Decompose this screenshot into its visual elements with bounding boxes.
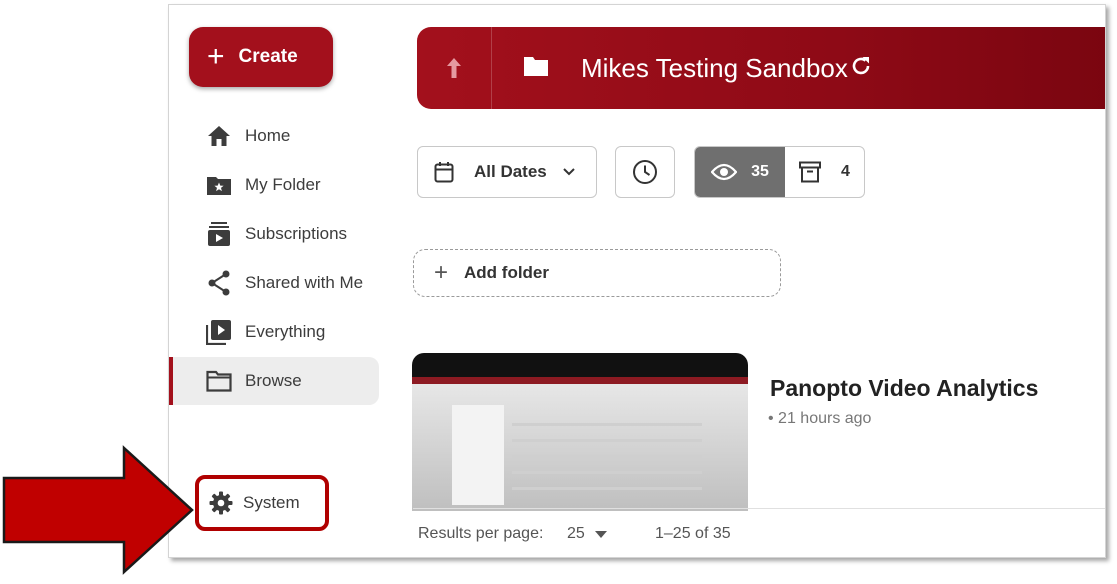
subscriptions-icon [205,220,233,248]
folder-header: Mikes Testing Sandbox [417,27,1105,109]
date-filter-label: All Dates [474,162,547,181]
date-filter-dropdown[interactable]: All Dates [417,146,597,198]
per-page-value: 25 [567,525,585,542]
sidebar-item-browse[interactable]: Browse [169,357,379,405]
callout-arrow-icon [2,445,194,575]
video-thumbnail[interactable] [412,353,748,511]
add-folder-button[interactable]: + Add folder [413,249,781,297]
sidebar-item-subscriptions[interactable]: Subscriptions [169,210,375,258]
sidebar-item-label: Shared with Me [245,273,364,292]
archive-icon [799,161,822,183]
archived-count: 4 [841,163,850,180]
video-title[interactable]: Panopto Video Analytics [770,375,1038,402]
calendar-icon [434,161,454,183]
folder-outline-icon [205,367,233,395]
video-timestamp: • 21 hours ago [768,410,872,427]
recent-filter-button[interactable] [615,146,675,198]
sidebar-item-home[interactable]: Home [169,112,375,160]
create-button[interactable]: + Create [189,27,333,87]
sidebar-item-label: Browse [245,371,302,390]
per-page-select[interactable]: 25 [567,525,607,543]
create-label: Create [238,46,298,67]
refresh-icon[interactable] [849,54,873,83]
share-icon [205,269,233,297]
system-label: System [243,493,300,512]
add-folder-label: Add folder [464,263,550,282]
archived-sessions-toggle[interactable]: 4 [785,147,864,197]
chevron-down-icon [563,168,575,176]
video-library-icon [205,318,233,346]
clock-icon [632,159,658,185]
sidebar-item-label: Subscriptions [245,224,348,243]
app-window: + Create Home My Folder Subscriptions Sh… [168,4,1106,558]
star-folder-icon [205,171,233,199]
home-icon [205,122,233,150]
visibility-toggle: 35 4 [694,146,865,198]
sidebar-item-system[interactable]: System [195,475,329,531]
eye-icon [711,163,738,181]
pagination-range: 1–25 of 35 [655,525,731,542]
sidebar-item-shared-with-me[interactable]: Shared with Me [169,259,375,307]
visible-count: 35 [751,163,769,180]
sidebar-item-label: Everything [245,322,326,341]
divider [413,508,1105,509]
up-folder-button[interactable] [417,27,492,109]
sidebar-item-label: My Folder [245,175,321,194]
folder-icon [523,55,549,82]
up-arrow-icon [447,58,461,78]
visible-sessions-toggle[interactable]: 35 [695,147,785,197]
sidebar-item-my-folder[interactable]: My Folder [169,161,375,209]
page-title: Mikes Testing Sandbox [581,53,848,83]
sidebar-item-label: Home [245,126,291,145]
gear-icon [209,491,233,515]
caret-down-icon [594,530,607,538]
plus-icon: + [207,40,225,73]
plus-icon: + [434,259,449,286]
results-per-page-label: Results per page: [418,525,544,542]
sidebar-item-everything[interactable]: Everything [169,308,375,356]
